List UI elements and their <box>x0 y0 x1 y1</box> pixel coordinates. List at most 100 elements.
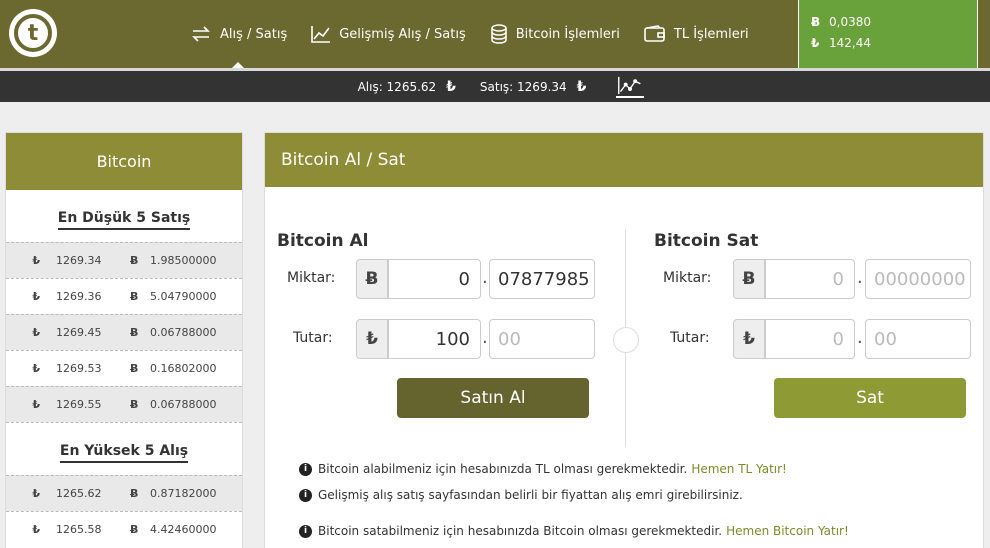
lira-icon: ₺ <box>446 78 456 95</box>
nav-item-label: Bitcoin İşlemleri <box>515 26 620 42</box>
divider-circle <box>613 327 639 353</box>
sell-button[interactable]: Sat <box>774 378 966 418</box>
bitcoin-icon: Ƀ <box>130 254 139 267</box>
lira-icon: ₺ <box>576 78 587 95</box>
order-price: 1269.36 <box>56 290 102 303</box>
ticker-buy: Alış: 1265.62 ₺ <box>357 78 456 95</box>
lira-icon: ₺ <box>32 487 40 500</box>
order-price: 1265.58 <box>56 523 102 536</box>
table-row[interactable]: ₺ 1269.53 Ƀ 0.16802000 <box>6 350 242 386</box>
wallet-icon <box>644 25 665 42</box>
sell-amount-int-input[interactable] <box>765 259 855 299</box>
order-amount: 0.87182000 <box>150 487 217 500</box>
decimal-dot: . <box>482 327 488 348</box>
order-price: 1269.45 <box>56 326 102 339</box>
info-icon: i <box>299 488 312 502</box>
tl-balance: ₺ 142,44 <box>811 33 977 54</box>
decimal-dot: . <box>857 267 863 288</box>
sell-form-title: Bitcoin Sat <box>654 231 759 251</box>
info-note: i Gelişmiş alış satış sayfasından belirl… <box>299 488 743 502</box>
main-nav: Alış / Satış Gelişmiş Alış / Satış Bitco… <box>190 0 773 68</box>
lira-icon: ₺ <box>32 398 40 411</box>
buy-amount-label: Miktar: <box>287 270 336 286</box>
nav-item-label: TL İşlemleri <box>673 26 749 42</box>
bitcoin-icon: Ƀ <box>733 259 765 299</box>
order-amount: 0.16802000 <box>150 362 217 375</box>
bitcoin-icon: Ƀ <box>811 15 821 29</box>
orderbook-title: Bitcoin <box>6 133 242 190</box>
decimal-dot: . <box>482 267 488 288</box>
table-row[interactable]: ₺ 1269.45 Ƀ 0.06788000 <box>6 314 242 350</box>
lira-icon: ₺ <box>356 319 388 359</box>
top-navbar: t Alış / Satış Gelişmiş Alış / Satış Bit… <box>0 0 990 68</box>
table-row[interactable]: ₺ 1269.55 Ƀ 0.06788000 <box>6 386 242 422</box>
lira-icon: ₺ <box>733 319 765 359</box>
order-price: 1269.53 <box>56 362 102 375</box>
buy-total-int-input[interactable] <box>388 319 481 359</box>
buy-form-title: Bitcoin Al <box>277 231 369 251</box>
sell-total-label: Tutar: <box>670 330 710 346</box>
order-price: 1265.62 <box>56 487 102 500</box>
lira-icon: ₺ <box>32 290 40 303</box>
bitcoin-icon: Ƀ <box>130 398 139 411</box>
bitcoin-icon: Ƀ <box>130 362 139 375</box>
bitcoin-icon: Ƀ <box>130 290 139 303</box>
bitcoin-icon: Ƀ <box>130 487 139 500</box>
lira-icon: ₺ <box>32 254 40 267</box>
table-row[interactable]: ₺ 1265.58 Ƀ 4.42460000 <box>6 511 242 547</box>
ticker-sell: Satış: 1269.34 ₺ <box>479 78 587 95</box>
buy-total-dec-input[interactable] <box>489 319 595 359</box>
buy-amount-int-input[interactable] <box>388 259 481 299</box>
nav-item-buy-sell[interactable]: Alış / Satış <box>190 0 287 68</box>
coin-stack-icon <box>490 24 507 44</box>
lira-icon: ₺ <box>32 523 40 536</box>
order-price: 1269.34 <box>56 254 102 267</box>
sell-total-int-input[interactable] <box>765 319 855 359</box>
lira-icon: ₺ <box>32 326 40 339</box>
lira-icon: ₺ <box>32 362 40 375</box>
order-amount: 0.06788000 <box>150 398 217 411</box>
trade-panel-title: Bitcoin Al / Sat <box>265 133 983 187</box>
order-amount: 5.04790000 <box>150 290 217 303</box>
buy-list: ₺ 1265.62 Ƀ 0.87182000 ₺ 1265.58 Ƀ 4.42460000 <box>6 475 242 547</box>
nav-item-bitcoin-ops[interactable]: Bitcoin İşlemleri <box>490 0 620 68</box>
logo-mark-icon: t <box>14 14 52 52</box>
info-note: i Bitcoin satabilmeniz için hesabınızda … <box>299 524 849 538</box>
nav-item-label: Alış / Satış <box>220 26 288 42</box>
balance-box[interactable]: Ƀ 0,0380 ₺ 142,44 <box>798 0 978 68</box>
info-icon: i <box>299 524 312 538</box>
buy-amount-dec-input[interactable] <box>489 259 595 299</box>
order-amount: 0.06788000 <box>150 326 217 339</box>
deposit-bitcoin-link[interactable]: Hemen Bitcoin Yatır! <box>726 524 849 538</box>
nav-item-label: Gelişmiş Alış / Satış <box>339 26 466 42</box>
sell-amount-dec-input[interactable] <box>865 259 971 299</box>
bitcoin-icon: Ƀ <box>130 326 139 339</box>
logo[interactable]: t <box>9 9 57 57</box>
orderbook-panel: Bitcoin En Düşük 5 Satış ₺ 1269.34 Ƀ 1.9850… <box>5 132 243 548</box>
buy-total-label: Tutar: <box>293 330 333 346</box>
lowest-sells-title: En Düşük 5 Satış <box>6 190 242 242</box>
order-price: 1269.55 <box>56 398 102 411</box>
table-row[interactable]: ₺ 1269.36 Ƀ 5.04790000 <box>6 278 242 314</box>
table-row[interactable]: ₺ 1265.62 Ƀ 0.87182000 <box>6 475 242 511</box>
order-amount: 1.98500000 <box>150 254 217 267</box>
btc-balance: Ƀ 0,0380 <box>811 12 977 33</box>
info-note: i Bitcoin alabilmeniz için hesabınızda T… <box>299 462 787 476</box>
line-chart-icon <box>311 26 331 43</box>
order-amount: 4.42460000 <box>150 523 217 536</box>
nav-item-advanced[interactable]: Gelişmiş Alış / Satış <box>311 0 466 68</box>
sell-amount-label: Miktar: <box>663 270 712 286</box>
bitcoin-icon: Ƀ <box>356 259 388 299</box>
sell-total-dec-input[interactable] <box>865 319 971 359</box>
info-icon: i <box>299 462 312 476</box>
price-chart-icon[interactable] <box>616 76 645 98</box>
nav-item-tl-ops[interactable]: TL İşlemleri <box>644 0 749 68</box>
buy-button[interactable]: Satın Al <box>397 378 589 418</box>
decimal-dot: . <box>857 327 863 348</box>
sell-list: ₺ 1269.34 Ƀ 1.98500000 ₺ 1269.36 Ƀ 5.04790000 ₺ 1… <box>6 242 242 422</box>
lira-icon: ₺ <box>811 36 820 50</box>
table-row[interactable]: ₺ 1269.34 Ƀ 1.98500000 <box>6 242 242 278</box>
exchange-arrows-icon <box>192 26 210 42</box>
price-ticker: Alış: 1265.62 ₺ Satış: 1269.34 ₺ <box>0 68 990 102</box>
deposit-tl-link[interactable]: Hemen TL Yatır! <box>691 462 787 476</box>
